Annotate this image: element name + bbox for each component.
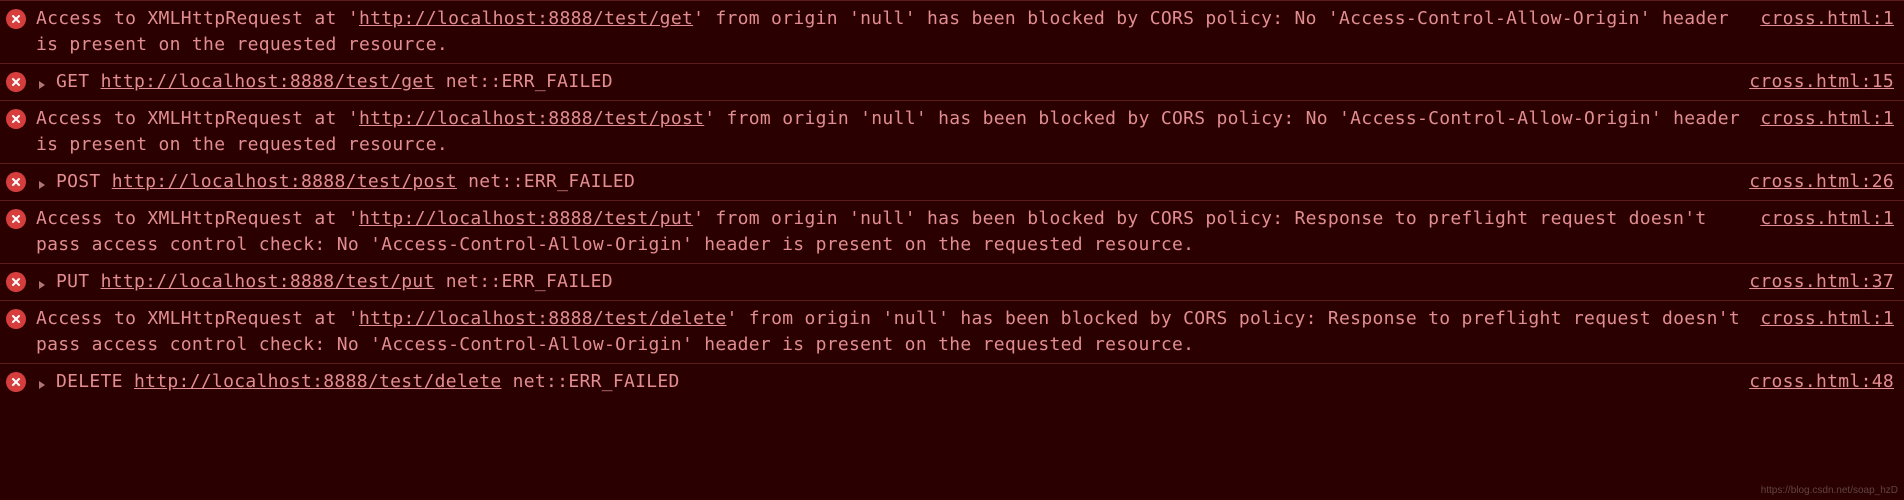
error-message: Access to XMLHttpRequest at 'http://loca…	[36, 206, 1740, 258]
text: net::ERR_FAILED	[435, 271, 613, 292]
error-message: DELETE http://localhost:8888/test/delete…	[56, 369, 1729, 395]
error-message: Access to XMLHttpRequest at 'http://loca…	[36, 6, 1740, 58]
http-method: PUT	[56, 271, 89, 292]
source-link[interactable]: cross.html:15	[1749, 69, 1894, 95]
expand-icon[interactable]	[36, 175, 50, 189]
expand-icon[interactable]	[36, 275, 50, 289]
source-link[interactable]: cross.html:1	[1760, 106, 1894, 132]
error-message: GET http://localhost:8888/test/get net::…	[56, 69, 1729, 95]
error-icon	[6, 109, 26, 129]
console-error-row[interactable]: POST http://localhost:8888/test/post net…	[0, 163, 1904, 200]
text: net::ERR_FAILED	[435, 71, 613, 92]
request-url[interactable]: http://localhost:8888/test/post	[112, 171, 457, 192]
error-icon	[6, 372, 26, 392]
text: Access to XMLHttpRequest at '	[36, 108, 359, 129]
source-link[interactable]: cross.html:48	[1749, 369, 1894, 395]
source-link[interactable]: cross.html:1	[1760, 206, 1894, 232]
console-error-row[interactable]: DELETE http://localhost:8888/test/delete…	[0, 363, 1904, 400]
source-link[interactable]: cross.html:26	[1749, 169, 1894, 195]
source-link[interactable]: cross.html:37	[1749, 269, 1894, 295]
request-url[interactable]: http://localhost:8888/test/get	[101, 71, 435, 92]
console-error-row[interactable]: Access to XMLHttpRequest at 'http://loca…	[0, 100, 1904, 163]
error-message: POST http://localhost:8888/test/post net…	[56, 169, 1729, 195]
http-method: POST	[56, 171, 101, 192]
console-error-row[interactable]: PUT http://localhost:8888/test/put net::…	[0, 263, 1904, 300]
error-icon	[6, 272, 26, 292]
error-message: PUT http://localhost:8888/test/put net::…	[56, 269, 1729, 295]
text: Access to XMLHttpRequest at '	[36, 208, 359, 229]
console-error-row[interactable]: Access to XMLHttpRequest at 'http://loca…	[0, 300, 1904, 363]
text: net::ERR_FAILED	[502, 371, 680, 392]
request-url[interactable]: http://localhost:8888/test/delete	[134, 371, 502, 392]
source-link[interactable]: cross.html:1	[1760, 306, 1894, 332]
console-panel: Access to XMLHttpRequest at 'http://loca…	[0, 0, 1904, 400]
request-url[interactable]: http://localhost:8888/test/put	[101, 271, 435, 292]
expand-icon[interactable]	[36, 75, 50, 89]
console-error-row[interactable]: Access to XMLHttpRequest at 'http://loca…	[0, 0, 1904, 63]
text: Access to XMLHttpRequest at '	[36, 8, 359, 29]
console-error-row[interactable]: Access to XMLHttpRequest at 'http://loca…	[0, 200, 1904, 263]
http-method: GET	[56, 71, 89, 92]
error-message: Access to XMLHttpRequest at 'http://loca…	[36, 306, 1740, 358]
console-error-row[interactable]: GET http://localhost:8888/test/get net::…	[0, 63, 1904, 100]
request-url[interactable]: http://localhost:8888/test/delete	[359, 308, 727, 329]
error-message: Access to XMLHttpRequest at 'http://loca…	[36, 106, 1740, 158]
watermark: https://blog.csdn.net/soap_hzD	[1761, 485, 1898, 496]
error-icon	[6, 209, 26, 229]
text: net::ERR_FAILED	[457, 171, 635, 192]
request-url[interactable]: http://localhost:8888/test/get	[359, 8, 693, 29]
text: Access to XMLHttpRequest at '	[36, 308, 359, 329]
http-method: DELETE	[56, 371, 123, 392]
error-icon	[6, 72, 26, 92]
error-icon	[6, 172, 26, 192]
error-icon	[6, 309, 26, 329]
error-icon	[6, 9, 26, 29]
expand-icon[interactable]	[36, 375, 50, 389]
request-url[interactable]: http://localhost:8888/test/put	[359, 208, 693, 229]
source-link[interactable]: cross.html:1	[1760, 6, 1894, 32]
request-url[interactable]: http://localhost:8888/test/post	[359, 108, 704, 129]
